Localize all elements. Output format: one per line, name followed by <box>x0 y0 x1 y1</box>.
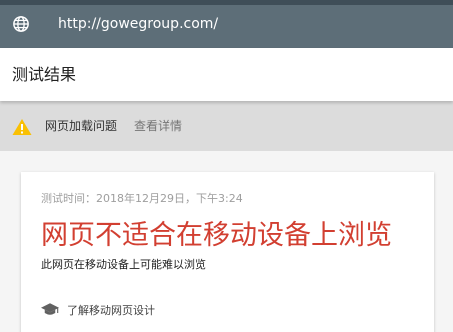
warning-icon <box>12 119 32 135</box>
address-bar-top-strip <box>0 0 453 5</box>
graduation-cap-icon <box>41 303 59 315</box>
test-timestamp: 测试时间：2018年12月29日，下午3:24 <box>41 192 243 205</box>
url-text[interactable]: http://gowegroup.com/ <box>58 15 218 33</box>
verdict-subtitle: 此网页在移动设备上可能难以浏览 <box>41 258 206 271</box>
warning-message: 网页加载问题 <box>45 119 118 133</box>
page-title: 测试结果 <box>12 65 77 84</box>
globe-icon <box>13 16 29 32</box>
page-header: 测试结果 <box>0 48 453 101</box>
view-details-link[interactable]: 查看详情 <box>134 118 182 134</box>
address-bar: http://gowegroup.com/ <box>0 0 453 48</box>
page-loading-issues-bar: 网页加载问题 查看详情 <box>0 101 453 151</box>
result-card: 测试时间：2018年12月29日，下午3:24 网页不适合在移动设备上浏览 此网… <box>21 172 434 332</box>
mobile-friendly-verdict: 网页不适合在移动设备上浏览 <box>41 220 392 251</box>
learn-more-label: 了解移动网页设计 <box>67 304 155 317</box>
